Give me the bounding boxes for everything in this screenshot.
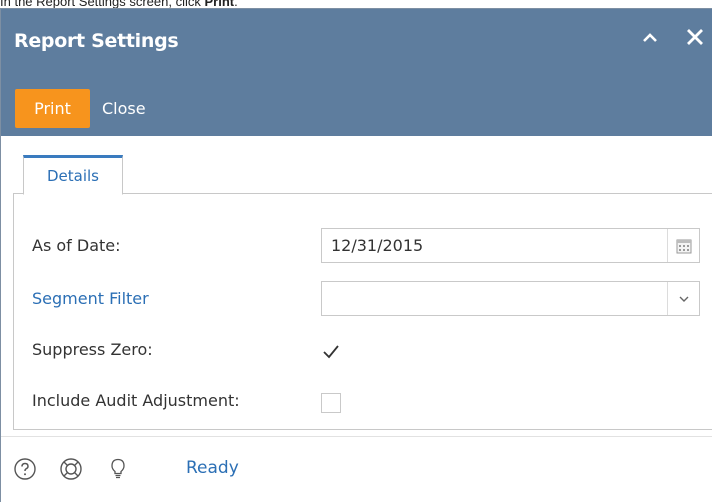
include-audit-adjustment-checkbox[interactable]	[321, 393, 341, 413]
chevron-up-icon[interactable]	[641, 29, 659, 47]
tab-details[interactable]: Details	[23, 155, 123, 195]
calendar-icon[interactable]	[667, 229, 699, 262]
toolbar: Print Close	[1, 76, 712, 136]
suppress-zero-checkbox[interactable]	[321, 342, 341, 362]
tab-strip: Details	[13, 146, 712, 195]
as-of-date-field[interactable]: 12/31/2015	[321, 228, 700, 263]
close-icon[interactable]	[684, 26, 706, 48]
instruction-caption: In the Report Settings screen, click Pri…	[0, 0, 238, 9]
report-settings-window: Report Settings Print Close Details As o…	[0, 8, 712, 502]
status-text: Ready	[186, 458, 239, 478]
chevron-down-icon[interactable]	[667, 282, 699, 315]
details-panel: As of Date: 12/31/2015 Segment Filter Su…	[13, 194, 712, 430]
as-of-date-label: As of Date:	[32, 236, 121, 255]
support-icon[interactable]	[59, 457, 83, 481]
as-of-date-value: 12/31/2015	[331, 236, 424, 255]
title-bar: Report Settings	[1, 9, 712, 76]
include-audit-adjustment-label: Include Audit Adjustment:	[32, 391, 240, 410]
content-area: Details As of Date: 12/31/2015 Segment F…	[1, 136, 712, 436]
close-button[interactable]: Close	[102, 89, 146, 128]
window-title: Report Settings	[14, 30, 179, 52]
help-icon[interactable]	[13, 457, 37, 481]
print-button[interactable]: Print	[15, 89, 90, 128]
segment-filter-link[interactable]: Segment Filter	[32, 289, 149, 308]
status-bar: Ready	[1, 436, 712, 502]
lightbulb-icon[interactable]	[106, 457, 130, 481]
suppress-zero-label: Suppress Zero:	[32, 340, 153, 359]
segment-filter-combo[interactable]	[321, 281, 700, 316]
